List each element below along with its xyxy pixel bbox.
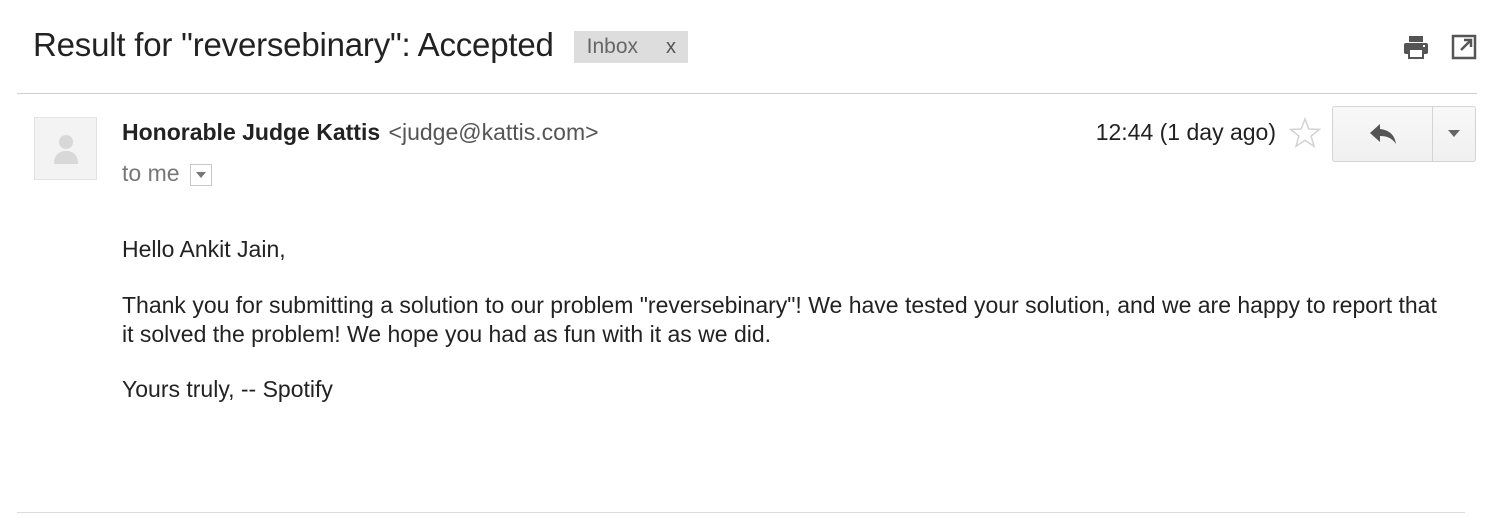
reply-button[interactable] bbox=[1333, 107, 1433, 161]
footer-divider bbox=[17, 512, 1465, 513]
body-paragraph: Thank you for submitting a solution to o… bbox=[122, 292, 1437, 347]
inbox-label-chip[interactable]: Inbox x bbox=[573, 31, 689, 63]
message-body: Hello Ankit Jain, Thank you for submitti… bbox=[122, 235, 1452, 430]
sender-email: <judge@kattis.com> bbox=[388, 119, 599, 145]
email-subject: Result for "reversebinary": Accepted bbox=[33, 26, 554, 63]
body-greeting: Hello Ankit Jain, bbox=[122, 236, 286, 262]
label-name: Inbox bbox=[586, 35, 639, 58]
subject-row: Result for "reversebinary": Accepted Inb… bbox=[33, 24, 689, 66]
more-actions-button[interactable] bbox=[1433, 107, 1475, 161]
chevron-down-icon bbox=[195, 171, 206, 178]
message-timestamp: 12:44 (1 day ago) bbox=[1095, 119, 1276, 145]
chevron-down-icon bbox=[1448, 130, 1460, 137]
recipients-text: to me bbox=[122, 160, 180, 186]
print-icon[interactable] bbox=[1402, 33, 1430, 61]
sender-name[interactable]: Honorable Judge Kattis bbox=[122, 119, 380, 145]
avatar bbox=[34, 117, 97, 180]
reply-button-group bbox=[1332, 106, 1476, 162]
remove-label-button[interactable]: x bbox=[666, 36, 676, 59]
body-signoff: Yours truly, -- Spotify bbox=[122, 376, 333, 402]
person-icon bbox=[53, 134, 78, 164]
star-icon[interactable] bbox=[1288, 116, 1322, 149]
header-divider bbox=[17, 93, 1477, 94]
sender-line: Honorable Judge Kattis <judge@kattis.com… bbox=[122, 119, 599, 146]
new-window-icon[interactable] bbox=[1450, 33, 1478, 61]
thread-toolbar bbox=[1402, 33, 1478, 61]
show-details-button[interactable] bbox=[189, 163, 212, 186]
recipients-line: to me bbox=[122, 160, 212, 187]
reply-icon bbox=[1369, 124, 1396, 144]
